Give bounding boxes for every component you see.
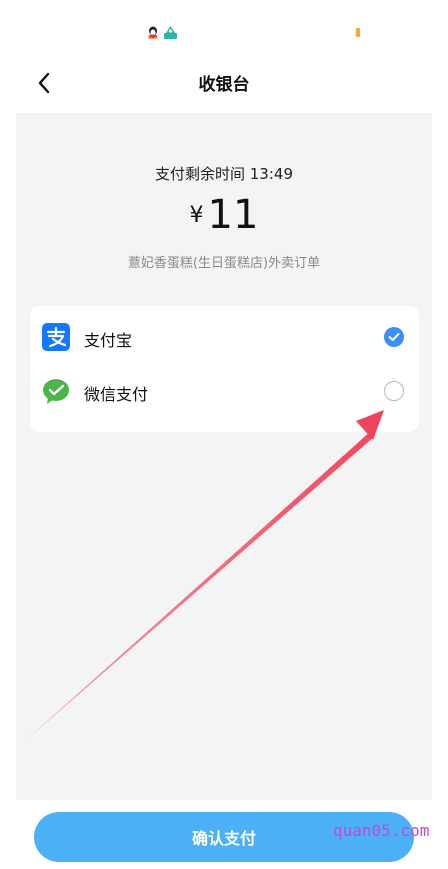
alipay-icon [42, 323, 70, 351]
battery-icon [356, 28, 360, 37]
watermark: quan05.com [333, 821, 430, 840]
radio-selected[interactable] [384, 327, 404, 347]
payment-option-label: 微信支付 [84, 385, 149, 404]
checkmark-icon [388, 333, 400, 341]
payment-methods-card: 支付宝 微信支付 [30, 306, 419, 432]
payment-amount: ¥11 [0, 192, 448, 238]
payment-countdown: 支付剩余时间 13:49 [155, 165, 293, 183]
payment-option-label: 支付宝 [84, 331, 133, 350]
payment-option-wechat[interactable]: 微信支付 [30, 364, 419, 418]
status-bar [0, 0, 448, 60]
radio-unselected[interactable] [384, 381, 404, 401]
payment-option-alipay[interactable]: 支付宝 [30, 310, 419, 364]
wechat-pay-icon [43, 379, 69, 404]
currency-symbol: ¥ [189, 203, 204, 228]
order-description: 薏妃香蛋糕(生日蛋糕店)外卖订单 [127, 256, 321, 271]
amount-value: 11 [207, 192, 259, 238]
qq-icon [148, 26, 158, 39]
app-notification-icon [164, 26, 177, 39]
nav-bar: 收银台 [0, 60, 448, 112]
page-title: 收银台 [198, 75, 250, 95]
